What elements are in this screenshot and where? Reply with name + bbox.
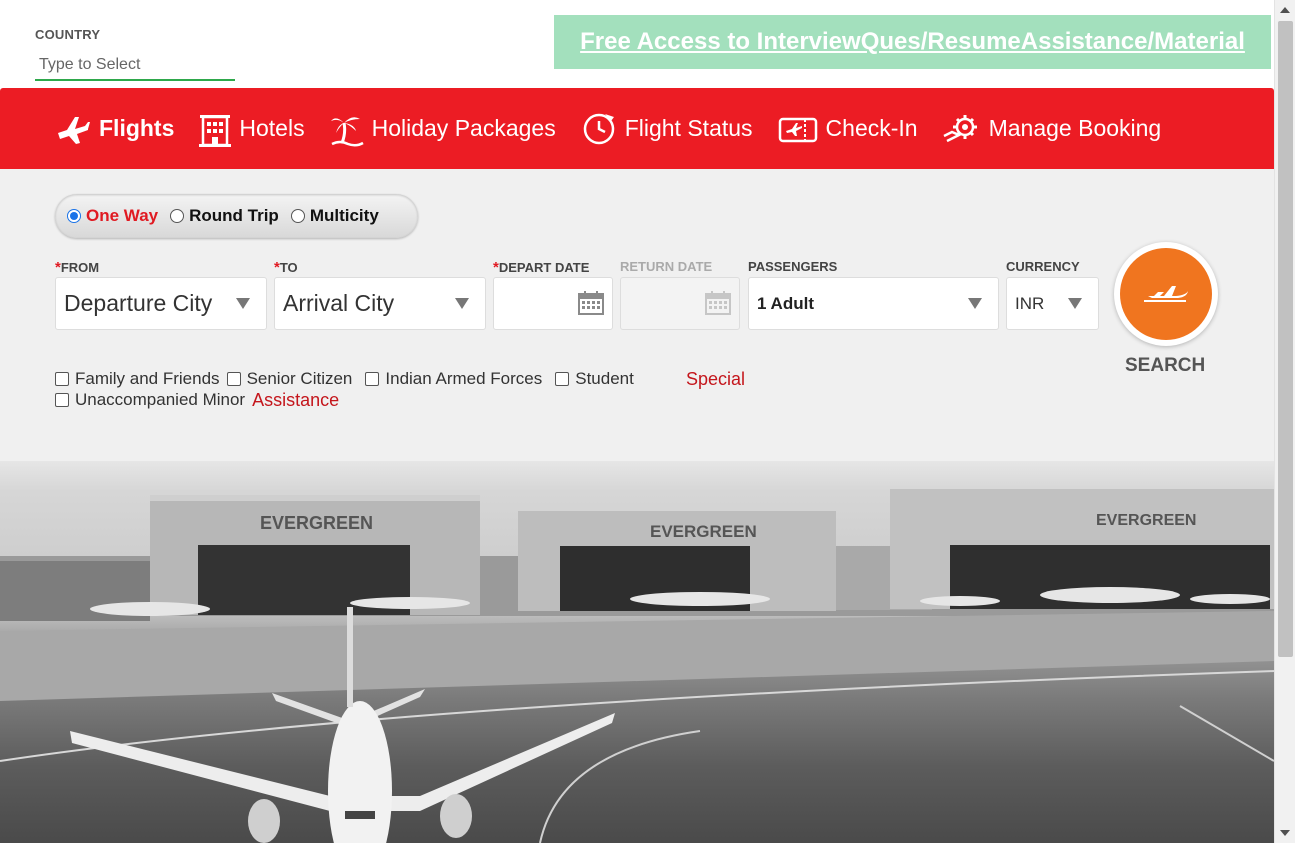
student-checkbox[interactable] <box>555 372 570 386</box>
chevron-down-icon <box>455 298 469 309</box>
promo-banner: Free Access to InterviewQues/ResumeAssis… <box>554 15 1271 69</box>
trip-option-one-way[interactable]: One Way <box>67 206 158 226</box>
student-label: Student <box>575 369 634 388</box>
nav-label-flights: Flights <box>99 115 175 141</box>
from-label-text: FROM <box>60 260 100 275</box>
airplane-icon <box>1144 286 1188 302</box>
options-row-2: Unaccompanied Minor Assistance <box>55 390 641 410</box>
nav-item-manage-booking[interactable]: Manage Booking <box>943 112 1162 146</box>
hero-scene: EVERGREEN EVERGREEN EVERGREEN <box>0 489 1274 843</box>
passengers-value: 1 Adult <box>757 293 814 313</box>
to-label-text: TO <box>279 260 298 275</box>
armed-forces-label: Indian Armed Forces <box>385 369 543 388</box>
hotel-building-icon <box>199 114 232 147</box>
multicity-label: Multicity <box>309 206 379 225</box>
clock-plane-icon <box>583 113 614 144</box>
to-label: *TO <box>274 259 298 276</box>
senior-citizen-label: Senior Citizen <box>246 369 353 388</box>
passengers-select[interactable]: 1 Adult <box>748 277 999 330</box>
nav-label-manage-booking: Manage Booking <box>988 115 1162 141</box>
unaccompanied-minor-label: Unaccompanied Minor <box>75 390 246 409</box>
airplane-icon <box>58 116 90 144</box>
hangar-1: EVERGREEN <box>150 495 480 615</box>
special-assistance-link[interactable]: Special <box>686 369 745 390</box>
main-nav: Flights Hotels Holiday Packages Flight S… <box>0 88 1274 169</box>
nav-label-holiday-packages: Holiday Packages <box>371 115 556 141</box>
trip-type-toggle: One Way Round Trip Multicity <box>55 194 418 238</box>
family-friends-option[interactable]: Family and Friends <box>55 369 220 389</box>
unaccompanied-minor-checkbox[interactable] <box>55 393 69 407</box>
boarding-pass-icon <box>778 117 817 142</box>
from-label: *FROM <box>55 259 99 276</box>
student-option[interactable]: Student <box>555 369 634 389</box>
calendar-icon[interactable] <box>578 291 604 315</box>
search-button-circle <box>1120 248 1212 340</box>
options-row-1: Family and Friends Senior Citizen Indian… <box>55 369 641 389</box>
nav-label-check-in: Check-In <box>825 115 918 141</box>
unaccompanied-minor-option[interactable]: Unaccompanied Minor <box>55 390 245 410</box>
special-assistance-link-part2[interactable]: Assistance <box>252 390 339 411</box>
nav-item-check-in[interactable]: Check-In <box>778 113 918 145</box>
hero-airport-image: EVERGREEN EVERGREEN EVERGREEN <box>0 461 1274 843</box>
to-select[interactable]: Arrival City <box>274 277 486 330</box>
nav-item-flights[interactable]: Flights <box>55 113 174 145</box>
family-friends-label: Family and Friends <box>75 369 220 388</box>
chevron-down-icon <box>236 298 250 309</box>
round-trip-label: Round Trip <box>189 206 279 225</box>
scroll-down-arrow-icon[interactable] <box>1280 830 1290 836</box>
return-date-input <box>620 277 740 330</box>
family-friends-checkbox[interactable] <box>55 372 69 386</box>
depart-label-text: DEPART DATE <box>498 260 590 275</box>
country-label: COUNTRY <box>35 27 101 42</box>
depart-date-input[interactable] <box>493 277 613 330</box>
nav-item-hotels[interactable]: Hotels <box>199 111 305 147</box>
concession-options: Family and Friends Senior Citizen Indian… <box>55 369 641 411</box>
chevron-down-icon <box>968 298 982 309</box>
nav-item-flight-status[interactable]: Flight Status <box>581 111 753 147</box>
search-button[interactable] <box>1114 242 1218 346</box>
currency-value: INR <box>1015 293 1045 313</box>
scroll-up-arrow-icon[interactable] <box>1280 7 1290 13</box>
senior-citizen-checkbox[interactable] <box>226 372 241 386</box>
armed-forces-checkbox[interactable] <box>365 372 380 386</box>
one-way-label: One Way <box>86 206 159 225</box>
hangar-sign-1: EVERGREEN <box>260 513 373 533</box>
round-trip-radio[interactable] <box>170 209 185 223</box>
palm-tree-icon <box>330 116 364 147</box>
trip-option-round-trip[interactable]: Round Trip <box>170 206 279 226</box>
nav-label-hotels: Hotels <box>239 115 305 141</box>
calendar-icon <box>705 291 731 315</box>
to-value: Arrival City <box>283 290 395 316</box>
return-date-label: RETURN DATE <box>620 259 713 274</box>
depart-date-label: *DEPART DATE <box>493 259 589 276</box>
from-select[interactable]: Departure City <box>55 277 267 330</box>
currency-label: CURRENCY <box>1006 259 1080 274</box>
chevron-down-icon <box>1068 298 1082 309</box>
armed-forces-option[interactable]: Indian Armed Forces <box>365 369 542 389</box>
country-input[interactable] <box>35 51 235 81</box>
page: COUNTRY Free Access to InterviewQues/Res… <box>0 0 1295 843</box>
hangar-sign-2: EVERGREEN <box>650 522 757 541</box>
scroll-thumb[interactable] <box>1278 21 1293 657</box>
currency-select[interactable]: INR <box>1006 277 1099 330</box>
nav-label-flight-status: Flight Status <box>624 115 753 141</box>
one-way-radio[interactable] <box>67 209 81 223</box>
search-panel: One Way Round Trip Multicity *FROM Depar… <box>0 169 1274 461</box>
from-value: Departure City <box>64 290 213 316</box>
multicity-radio[interactable] <box>290 209 305 223</box>
hangar-sign-3: EVERGREEN <box>1096 512 1196 529</box>
search-label: SEARCH <box>1125 355 1206 376</box>
trip-option-multicity[interactable]: Multicity <box>290 206 379 226</box>
gear-hand-icon <box>943 114 977 142</box>
promo-link[interactable]: Free Access to InterviewQues/ResumeAssis… <box>580 28 1245 56</box>
vertical-scrollbar[interactable] <box>1274 0 1295 843</box>
senior-citizen-option[interactable]: Senior Citizen <box>226 369 353 389</box>
nav-item-holiday-packages[interactable]: Holiday Packages <box>330 111 556 147</box>
passengers-label: PASSENGERS <box>748 259 838 274</box>
